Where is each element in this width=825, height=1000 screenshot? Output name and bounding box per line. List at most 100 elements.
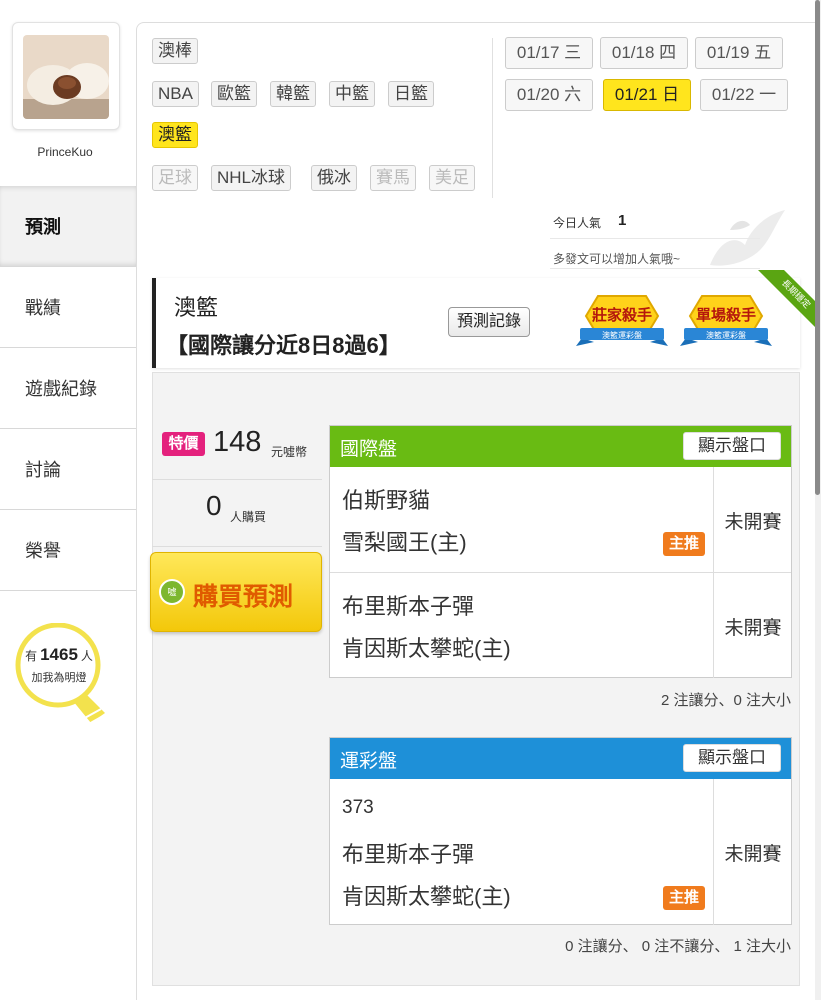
date-text: 01/19 — [706, 43, 750, 62]
match-status: 未開賽 — [724, 618, 782, 639]
weekday-text: 五 — [754, 43, 772, 62]
international-odds-table: 國際盤 顯示盤口 伯斯野貓 雪梨國王(主) 主推 未開賽 布里斯本子彈 肯因斯太… — [329, 425, 792, 678]
nav-item-honors[interactable]: 榮譽 — [0, 510, 136, 591]
buy-prediction-button[interactable]: 噓 購買預測 — [150, 552, 322, 632]
weekday-text: 三 — [564, 43, 582, 62]
username[interactable]: PrinceKuo — [10, 145, 120, 159]
badge-subtitle: 澳籃運彩盤 — [706, 330, 746, 340]
weekday-text: 四 — [659, 43, 677, 62]
date-text: 01/22 — [711, 85, 755, 104]
badge-title: 莊家殺手 — [592, 306, 652, 324]
match-status: 未開賽 — [724, 512, 782, 533]
bookmaker-killer-badge[interactable]: 莊家殺手 澳籃運彩盤 — [574, 294, 670, 346]
buyer-label: 人購買 — [230, 510, 267, 524]
date-text: 01/17 — [516, 43, 560, 62]
status-cell: 未開賽 — [713, 467, 791, 572]
divider — [152, 546, 322, 547]
table-title: 運彩盤 — [340, 751, 398, 772]
sport-tag-aus-baseball[interactable]: 澳棒 — [152, 38, 198, 64]
home-team: 雪梨國王(主) — [342, 530, 467, 555]
match-status: 未開賽 — [724, 844, 782, 865]
sale-badge: 特價 — [162, 432, 205, 456]
fan-number: 1465 — [40, 645, 78, 664]
date-tab-0119[interactable]: 01/19 五 — [695, 37, 783, 69]
sport-tag-korea-basketball[interactable]: 韓籃 — [270, 81, 316, 107]
weekday-text: 一 — [759, 85, 777, 104]
sport-tag-euro-basketball[interactable]: 歐籃 — [211, 81, 257, 107]
match-row: 伯斯野貓 雪梨國王(主) 主推 未開賽 — [330, 467, 791, 573]
divider — [550, 268, 760, 269]
sport-tag-horse-racing: 賽馬 — [370, 165, 416, 191]
show-odds-button[interactable]: 顯示盤口 — [683, 432, 781, 460]
badge-title: 單場殺手 — [696, 306, 756, 324]
scrollbar-thumb[interactable] — [815, 0, 820, 495]
date-tab-0117[interactable]: 01/17 三 — [505, 37, 593, 69]
main-pick-badge: 主推 — [663, 886, 705, 910]
add-fan-link[interactable]: 加我為明燈 — [14, 669, 104, 685]
bird-mascot-icon — [710, 210, 785, 266]
date-tab-0121[interactable]: 01/21 日 — [603, 79, 691, 111]
sport-tag-nhl[interactable]: NHL冰球 — [211, 165, 292, 191]
popularity-hint: 多發文可以增加人氣哦~ — [553, 252, 681, 266]
sports-lottery-summary: 0 注讓分、 0 注不讓分、 1 注大小 — [565, 938, 791, 955]
away-team: 布里斯本子彈 — [342, 842, 475, 867]
status-cell: 未開賽 — [713, 573, 791, 678]
buy-button-label: 購買預測 — [193, 583, 294, 611]
sport-tag-aus-basketball[interactable]: 澳籃 — [152, 122, 198, 148]
sports-lottery-odds-table: 運彩盤 顯示盤口 373 布里斯本子彈 肯因斯太攀蛇(主) 主推 未開賽 — [329, 737, 792, 925]
home-team: 肯因斯太攀蛇(主) — [342, 884, 511, 909]
table-header: 運彩盤 顯示盤口 — [330, 738, 791, 779]
show-odds-button[interactable]: 顯示盤口 — [683, 744, 781, 772]
popularity-value: 1 — [618, 212, 627, 229]
price-value: 148 — [213, 426, 262, 458]
divider — [492, 38, 493, 198]
nav-item-record[interactable]: 戰績 — [0, 267, 136, 348]
sport-tag-japan-basketball[interactable]: 日籃 — [388, 81, 434, 107]
away-team: 布里斯本子彈 — [342, 594, 475, 619]
home-team: 肯因斯太攀蛇(主) — [342, 636, 511, 661]
nav-item-discussion[interactable]: 討論 — [0, 429, 136, 510]
fan-count[interactable]: 有 1465 人 — [14, 645, 104, 665]
match-row: 布里斯本子彈 肯因斯太攀蛇(主) 未開賽 — [330, 573, 791, 678]
fan-suffix: 人 — [80, 649, 93, 663]
sport-tag-nba[interactable]: NBA — [152, 81, 199, 107]
date-tab-0120[interactable]: 01/20 六 — [505, 79, 593, 111]
sport-tag-russia-hockey[interactable]: 俄冰 — [311, 165, 357, 191]
coin-icon: 噓 — [159, 579, 185, 605]
date-tab-0118[interactable]: 01/18 四 — [600, 37, 688, 69]
divider — [550, 238, 760, 239]
date-text: 01/18 — [611, 43, 655, 62]
away-team: 伯斯野貓 — [342, 488, 431, 513]
nav-item-predictions[interactable]: 預測 — [0, 186, 136, 267]
badge-subtitle: 澳籃運彩盤 — [602, 330, 642, 340]
weekday-text: 日 — [662, 85, 680, 104]
table-title: 國際盤 — [340, 439, 398, 460]
page-subtitle: 【國際讓分近8日8過6】 — [166, 333, 401, 358]
match-row: 373 布里斯本子彈 肯因斯太攀蛇(主) 主推 未開賽 — [330, 779, 791, 925]
nav-item-game-history[interactable]: 遊戲紀錄 — [0, 348, 136, 429]
table-header: 國際盤 顯示盤口 — [330, 426, 791, 467]
weekday-text: 六 — [564, 85, 582, 104]
game-number: 373 — [342, 797, 374, 818]
buyer-count: 0 — [206, 490, 222, 521]
divider — [152, 479, 322, 480]
fan-prefix: 有 — [25, 649, 38, 663]
date-text: 01/21 — [614, 85, 658, 104]
avatar-frame[interactable] — [12, 22, 120, 130]
status-cell: 未開賽 — [713, 779, 791, 925]
popularity-label: 今日人氣 — [553, 216, 602, 230]
sport-tag-china-basketball[interactable]: 中籃 — [329, 81, 375, 107]
date-tab-0122[interactable]: 01/22 一 — [700, 79, 788, 111]
avatar[interactable] — [23, 35, 109, 119]
main-pick-badge: 主推 — [663, 532, 705, 556]
sport-tag-soccer: 足球 — [152, 165, 198, 191]
sport-tag-american-football: 美足 — [429, 165, 475, 191]
price-unit: 元噓幣 — [271, 445, 308, 459]
date-text: 01/20 — [516, 85, 560, 104]
long-term-stable-ribbon: 長期穩定 — [758, 270, 820, 332]
page-title: 澳籃 — [174, 295, 219, 320]
international-summary: 2 注讓分、0 注大小 — [660, 692, 791, 709]
side-nav: 預測 戰績 遊戲紀錄 討論 榮譽 — [0, 186, 136, 591]
prediction-header: 澳籃 【國際讓分近8日8過6】 預測記錄 莊家殺手 澳籃運彩盤 單場殺手 澳籃運… — [152, 278, 800, 368]
prediction-record-button[interactable]: 預測記錄 — [448, 307, 531, 337]
